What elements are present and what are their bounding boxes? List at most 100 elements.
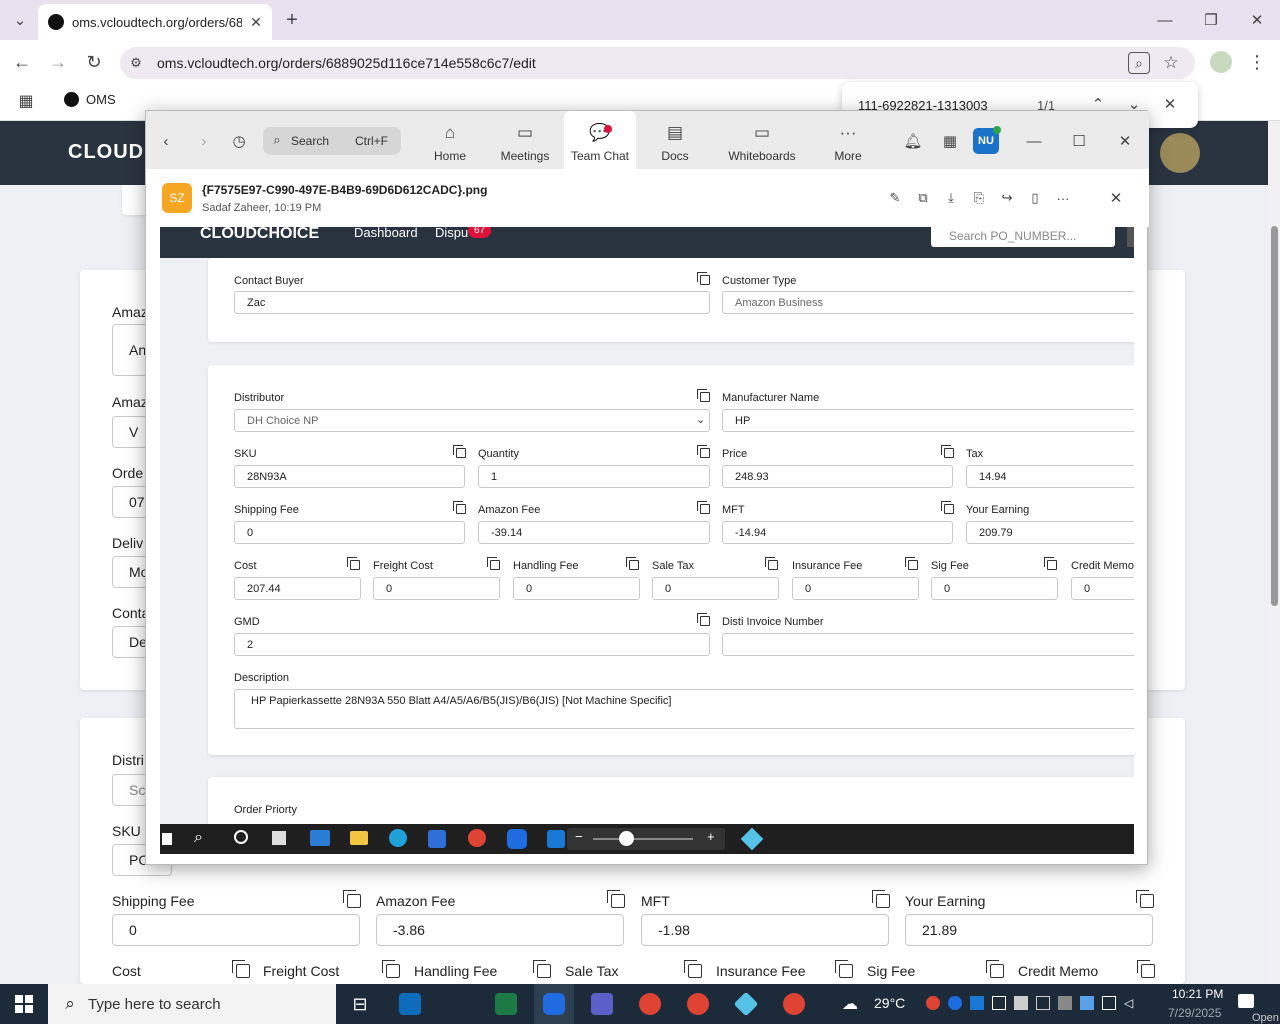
taskbar-search[interactable]: ⌕ Type here to search	[48, 984, 336, 1024]
weather-temp[interactable]: 29°C	[874, 995, 905, 1011]
copy-image-icon[interactable]: ⎘	[970, 189, 988, 207]
tray-icon[interactable]	[1036, 996, 1050, 1010]
shot-label-sale-tax: Sale Tax	[652, 560, 694, 572]
tray-icon[interactable]	[1014, 996, 1028, 1010]
shot-label-sku: SKU	[234, 448, 257, 460]
close-window-icon[interactable]: ✕	[1242, 8, 1272, 32]
nav-docs[interactable]: ▤ Docs	[650, 111, 700, 169]
input-mft[interactable]: -1.98	[641, 914, 889, 946]
copy-icon[interactable]	[382, 960, 400, 978]
nav-team-chat[interactable]: 💬 Team Chat	[564, 111, 636, 169]
shot-edge-icon	[389, 829, 407, 847]
calendar-icon[interactable]: ▦	[940, 131, 960, 151]
bookmark-icon[interactable]: ▯	[1026, 189, 1044, 207]
apps-grid-icon[interactable]: ▦	[14, 90, 38, 112]
reload-icon[interactable]: ↻	[82, 50, 106, 74]
taskbar-teams[interactable]	[582, 984, 622, 1024]
bookmark-oms[interactable]: OMS	[86, 92, 116, 107]
weather-icon[interactable]: ☁	[842, 994, 858, 1014]
shot-brand: CLOUDCHOICE	[200, 227, 320, 242]
shot-label-quantity: Quantity	[478, 448, 519, 460]
input-your-earning[interactable]: 21.89	[905, 914, 1153, 946]
notifications-icon[interactable]	[1238, 994, 1254, 1008]
tray-icon[interactable]	[1058, 996, 1072, 1010]
download-icon[interactable]: ⤓	[942, 189, 960, 207]
nav-more[interactable]: ··· More	[826, 111, 870, 169]
scrollbar-thumb[interactable]	[1271, 226, 1278, 606]
unread-dot	[604, 125, 612, 133]
history-icon[interactable]: ◷	[229, 131, 249, 151]
copy-icon[interactable]	[835, 960, 853, 978]
taskbar-excel[interactable]	[486, 984, 526, 1024]
taskbar-chrome-1[interactable]	[630, 984, 670, 1024]
input-shipping-fee[interactable]: 0	[112, 914, 360, 946]
shot-label-gmd: GMD	[234, 616, 260, 628]
nav-back-icon[interactable]: ‹	[156, 131, 176, 151]
copy-icon[interactable]	[1136, 890, 1154, 908]
copy-icon[interactable]	[607, 890, 625, 908]
network-icon[interactable]	[1102, 996, 1116, 1010]
back-icon[interactable]: ←	[10, 50, 34, 74]
open-external-icon[interactable]: ⧉	[914, 189, 932, 207]
find-close-icon[interactable]: ✕	[1160, 94, 1180, 114]
tray-chrome-icon[interactable]	[926, 996, 940, 1010]
forward-icon[interactable]: →	[46, 50, 70, 74]
chrome-menu-icon[interactable]: ⋮	[1246, 51, 1268, 73]
page-scrollbar[interactable]	[1268, 121, 1280, 984]
taskbar-chrome-3[interactable]	[774, 984, 814, 1024]
bell-icon[interactable]: 🔔︎	[903, 131, 923, 151]
restore-icon[interactable]: ❐	[1196, 8, 1226, 32]
clock-date[interactable]: 7/29/2025	[1168, 1006, 1221, 1020]
tray-zoom-icon[interactable]	[948, 996, 962, 1010]
nav-whiteboards[interactable]: ▭ Whiteboards	[724, 111, 800, 169]
shot-input-contact-buyer: Zac	[234, 291, 710, 314]
copy-icon[interactable]	[1137, 960, 1155, 978]
shot-input-credit-memo: 0	[1071, 577, 1134, 600]
volume-icon[interactable]: ◁	[1124, 996, 1138, 1010]
shot-outlook-icon	[547, 830, 565, 848]
find-in-page-icon[interactable]: ⌕	[1128, 52, 1150, 74]
shot-label-tax: Tax	[966, 448, 984, 460]
minimize-icon[interactable]: —	[1150, 8, 1180, 32]
tray-icon[interactable]	[992, 996, 1006, 1010]
start-button[interactable]	[4, 984, 44, 1024]
nav-meetings[interactable]: ▭ Meetings	[496, 111, 554, 169]
input-amazon-fee[interactable]: -3.86	[376, 914, 624, 946]
nav-forward-icon[interactable]: ›	[194, 131, 214, 151]
taskbar-outlook[interactable]	[390, 984, 430, 1024]
copy-icon[interactable]	[533, 960, 551, 978]
copy-icon[interactable]	[986, 960, 1004, 978]
copy-icon[interactable]	[232, 960, 250, 978]
more-icon[interactable]: ···	[1054, 189, 1072, 207]
close-icon[interactable]: ✕	[1115, 131, 1135, 151]
task-view-button[interactable]: ⊟	[340, 984, 380, 1024]
search-box[interactable]: ⌕ Search Ctrl+F	[263, 127, 401, 155]
omnibox[interactable]: ⚙ oms.vcloudtech.org/orders/6889025d116c…	[120, 47, 1195, 79]
copy-icon[interactable]	[343, 890, 361, 908]
tray-icon[interactable]	[1080, 996, 1094, 1010]
taskbar-app[interactable]	[726, 984, 766, 1024]
taskbar-chrome-2[interactable]	[678, 984, 718, 1024]
browser-tab[interactable]: oms.vcloudtech.org/orders/688 ✕	[38, 4, 272, 40]
close-viewer-icon[interactable]: ✕	[1107, 189, 1125, 207]
new-tab-icon[interactable]: +	[280, 8, 304, 32]
copy-icon[interactable]	[684, 960, 702, 978]
minimize-icon[interactable]: —	[1024, 131, 1044, 151]
nav-home[interactable]: ⌂ Home	[422, 111, 478, 169]
maximize-icon[interactable]: ☐	[1069, 131, 1089, 151]
copy-icon[interactable]	[872, 890, 890, 908]
tray-outlook-icon[interactable]	[970, 996, 984, 1010]
tab-search-icon[interactable]: ⌄	[6, 8, 34, 32]
taskbar-zoom[interactable]	[534, 984, 574, 1024]
profile-avatar[interactable]	[1210, 51, 1232, 73]
tab-close-icon[interactable]: ✕	[246, 12, 266, 32]
clock-time[interactable]: 10:21 PM	[1172, 987, 1223, 1001]
bookmark-star-icon[interactable]: ☆	[1160, 52, 1182, 74]
label-cost: Cost	[112, 963, 141, 979]
edit-icon[interactable]: ✎	[886, 189, 904, 207]
share-icon[interactable]: ↪	[998, 189, 1016, 207]
shot-input-sig-fee: 0	[931, 577, 1058, 600]
outlook-icon	[399, 993, 421, 1015]
user-avatar[interactable]	[1160, 133, 1200, 173]
site-info-icon[interactable]: ⚙	[126, 53, 146, 73]
